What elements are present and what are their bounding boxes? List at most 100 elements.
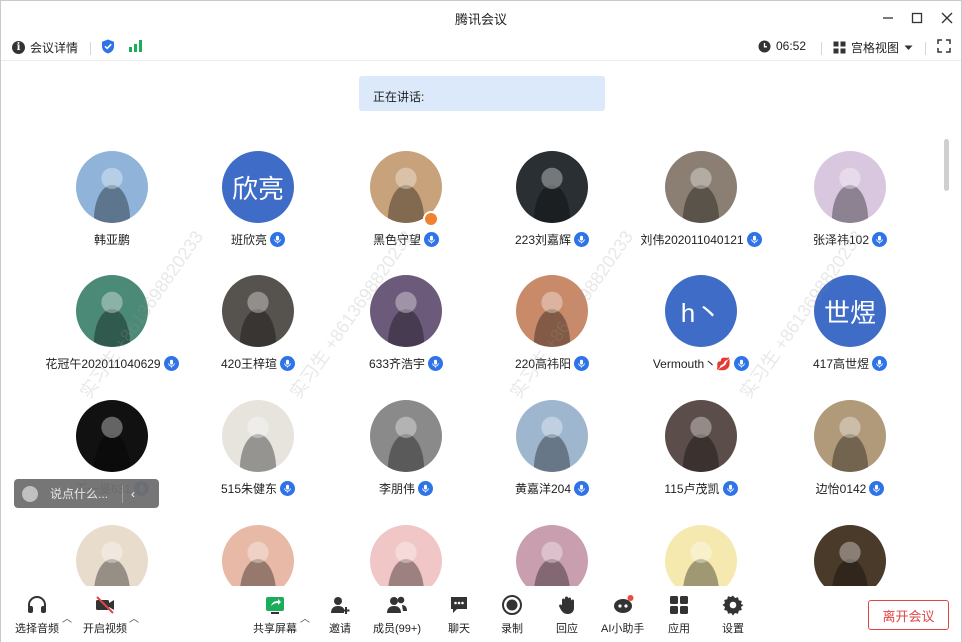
avatar-photo bbox=[76, 525, 148, 586]
audio-button[interactable]: 选择音频 bbox=[15, 594, 59, 636]
participant-tile[interactable]: 黑色守望 bbox=[325, 145, 485, 265]
participant-tile[interactable]: 515朱健东 bbox=[177, 394, 337, 514]
meeting-details-button[interactable]: i 会议详情 bbox=[12, 39, 78, 56]
chat-icon bbox=[451, 597, 467, 613]
apps-button[interactable]: 应用 bbox=[668, 594, 690, 636]
participant-name: 班欣亮 bbox=[230, 233, 267, 247]
chat-button[interactable]: 聊天 bbox=[448, 594, 470, 636]
security-button[interactable] bbox=[101, 39, 115, 54]
participant-tile[interactable]: 223刘嘉辉 bbox=[471, 145, 631, 265]
participant-name: 黄嘉洋204 bbox=[514, 482, 572, 496]
info-icon: i bbox=[12, 41, 25, 54]
react-label: 回应 bbox=[556, 623, 578, 635]
participant-tile[interactable] bbox=[177, 519, 337, 586]
avatar bbox=[665, 400, 737, 472]
participant-tile[interactable]: 世煜 417高世煜 bbox=[769, 269, 929, 389]
video-button[interactable]: 开启视频 bbox=[83, 594, 127, 636]
avatar-photo bbox=[222, 400, 294, 472]
participant-name: 张泽祎102 bbox=[812, 233, 870, 247]
window-title: 腾讯会议 bbox=[454, 12, 507, 27]
meeting-window: 腾讯会议 i 会议详情 06:52 宫格视图 正在讲话: 韩亚鹏 欣亮 班欣亮 … bbox=[0, 0, 962, 642]
microphone-icon bbox=[574, 356, 590, 371]
avatar-photo bbox=[814, 151, 886, 223]
fullscreen-button[interactable] bbox=[937, 39, 951, 53]
participant-tile[interactable]: 张泽祎102 bbox=[769, 145, 929, 265]
microphone-icon bbox=[424, 232, 439, 247]
video-options-caret[interactable]: ︿ bbox=[129, 610, 139, 625]
minimize-icon bbox=[883, 17, 893, 19]
gear-icon bbox=[722, 595, 744, 616]
settings-button[interactable]: 设置 bbox=[722, 594, 744, 636]
react-button[interactable]: 回应 bbox=[556, 594, 578, 636]
emoji-icon[interactable] bbox=[22, 485, 38, 502]
participant-tile[interactable]: 633齐浩宇 bbox=[325, 269, 485, 389]
chevron-left-icon[interactable]: ‹ bbox=[131, 487, 135, 501]
members-label: 成员(99+) bbox=[373, 623, 421, 635]
participant-name: Vermouth丶💋 bbox=[652, 357, 732, 371]
maximize-button[interactable] bbox=[906, 7, 928, 29]
participant-tile[interactable]: 韩亚鹏 bbox=[31, 145, 191, 265]
participant-name: 花冠午202011040629 bbox=[45, 357, 161, 371]
shield-icon bbox=[102, 39, 114, 54]
avatar bbox=[222, 525, 294, 586]
ai-assistant-button[interactable]: AI小助手 bbox=[601, 594, 644, 636]
info-bar: i 会议详情 06:52 宫格视图 bbox=[1, 35, 961, 61]
participant-tile[interactable] bbox=[620, 519, 780, 586]
participant-tile[interactable]: 欣亮班欣亮 bbox=[177, 145, 337, 265]
microphone-icon bbox=[574, 232, 590, 247]
network-status[interactable] bbox=[128, 39, 143, 52]
close-button[interactable] bbox=[936, 7, 958, 29]
avatar-photo bbox=[665, 525, 737, 586]
avatar-text: 世煜 bbox=[823, 297, 876, 328]
participant-tile[interactable] bbox=[325, 519, 485, 586]
avatar bbox=[516, 275, 588, 347]
grid-scrollbar[interactable] bbox=[944, 139, 949, 191]
microphone-icon bbox=[574, 481, 590, 496]
microphone-icon bbox=[734, 356, 750, 371]
participant-tile[interactable]: 黄嘉洋204 bbox=[471, 394, 631, 514]
participant-tile[interactable]: 115卢茂凯 bbox=[620, 394, 780, 514]
participant-name-row: 班欣亮 bbox=[177, 231, 339, 248]
microphone-icon bbox=[869, 481, 885, 496]
participant-tile[interactable]: 刘伟202011040121 bbox=[620, 145, 780, 265]
participant-tile[interactable]: 李朋伟 bbox=[325, 394, 485, 514]
participant-tile[interactable] bbox=[471, 519, 631, 586]
invite-button[interactable]: 邀请 bbox=[329, 594, 351, 636]
minimize-button[interactable] bbox=[877, 7, 899, 29]
participant-name: 边怡0142 bbox=[815, 482, 867, 496]
participant-tile[interactable]: 220高祎阳 bbox=[471, 269, 631, 389]
quick-chat-input[interactable]: 说点什么... ‹ bbox=[14, 479, 159, 508]
timer-value: 06:52 bbox=[776, 39, 807, 53]
participant-tile[interactable]: 边怡0142 bbox=[769, 394, 929, 514]
participant-name-row: 韩亚鹏 bbox=[31, 231, 193, 248]
participant-tile[interactable] bbox=[31, 519, 191, 586]
leave-meeting-button[interactable]: 离开会议 bbox=[868, 600, 949, 630]
participant-name-row: Vermouth丶💋 bbox=[620, 355, 782, 372]
avatar-photo bbox=[516, 525, 588, 586]
avatar-photo bbox=[222, 275, 294, 347]
participant-tile[interactable]: 花冠午202011040629 bbox=[31, 269, 191, 389]
avatar: 欣亮 bbox=[222, 151, 294, 223]
avatar bbox=[665, 525, 737, 586]
record-button[interactable]: 录制 bbox=[501, 594, 523, 636]
participant-name: 420王梓瑄 bbox=[220, 357, 278, 371]
avatar: 世煜 bbox=[814, 275, 886, 347]
view-mode-button[interactable]: 宫格视图 bbox=[833, 39, 913, 56]
avatar bbox=[370, 525, 442, 586]
share-screen-button[interactable]: 共享屏幕 bbox=[253, 594, 297, 636]
apps-label: 应用 bbox=[668, 623, 690, 635]
fullscreen-icon bbox=[937, 39, 951, 53]
members-button[interactable]: 成员(99+) bbox=[373, 594, 421, 636]
avatar bbox=[222, 400, 294, 472]
participant-tile[interactable]: h丶 Vermouth丶💋 bbox=[620, 269, 780, 389]
signal-icon bbox=[129, 40, 142, 52]
divider bbox=[821, 42, 822, 55]
microphone-icon bbox=[270, 232, 285, 247]
share-options-caret[interactable]: ︿ bbox=[300, 610, 310, 625]
participant-tile[interactable] bbox=[769, 519, 929, 586]
participant-tile[interactable]: 420王梓瑄 bbox=[177, 269, 337, 389]
avatar-photo bbox=[665, 151, 737, 223]
audio-options-caret[interactable]: ︿ bbox=[62, 610, 72, 625]
share-screen-icon bbox=[266, 597, 284, 614]
members-icon bbox=[387, 596, 407, 613]
